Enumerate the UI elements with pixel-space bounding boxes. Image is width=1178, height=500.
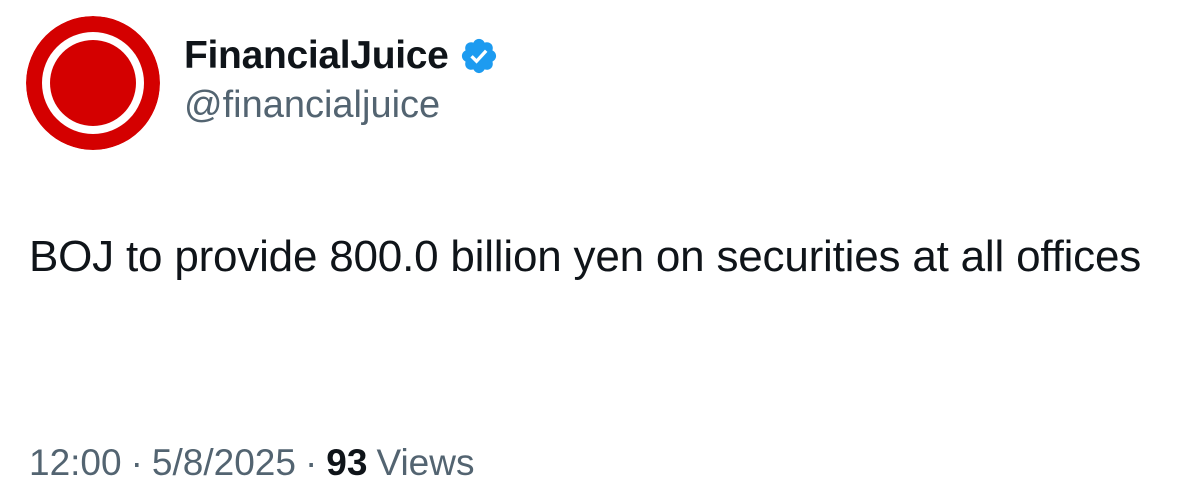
red-circle-logo-icon [26, 16, 160, 150]
author-display-name[interactable]: FinancialJuice [184, 34, 449, 78]
avatar[interactable] [26, 16, 160, 150]
tweet-time[interactable]: 12:00 [29, 442, 122, 484]
tweet-card: FinancialJuice @financialjuice BOJ to pr… [0, 0, 1178, 500]
tweet-date[interactable]: 5/8/2025 [152, 442, 296, 484]
verified-badge-icon[interactable] [459, 36, 499, 76]
tweet-meta: 12:00 · 5/8/2025 · 93 Views [29, 438, 474, 488]
author-handle[interactable]: @financialjuice [184, 84, 440, 127]
tweet-text: BOJ to provide 800.0 billion yen on secu… [29, 232, 1142, 281]
separator-dot: · [304, 442, 318, 483]
separator-dot: · [130, 442, 143, 483]
author-name-row: FinancialJuice [184, 28, 499, 84]
views-count[interactable]: 93 [326, 442, 367, 484]
views-label[interactable]: Views [376, 442, 474, 484]
